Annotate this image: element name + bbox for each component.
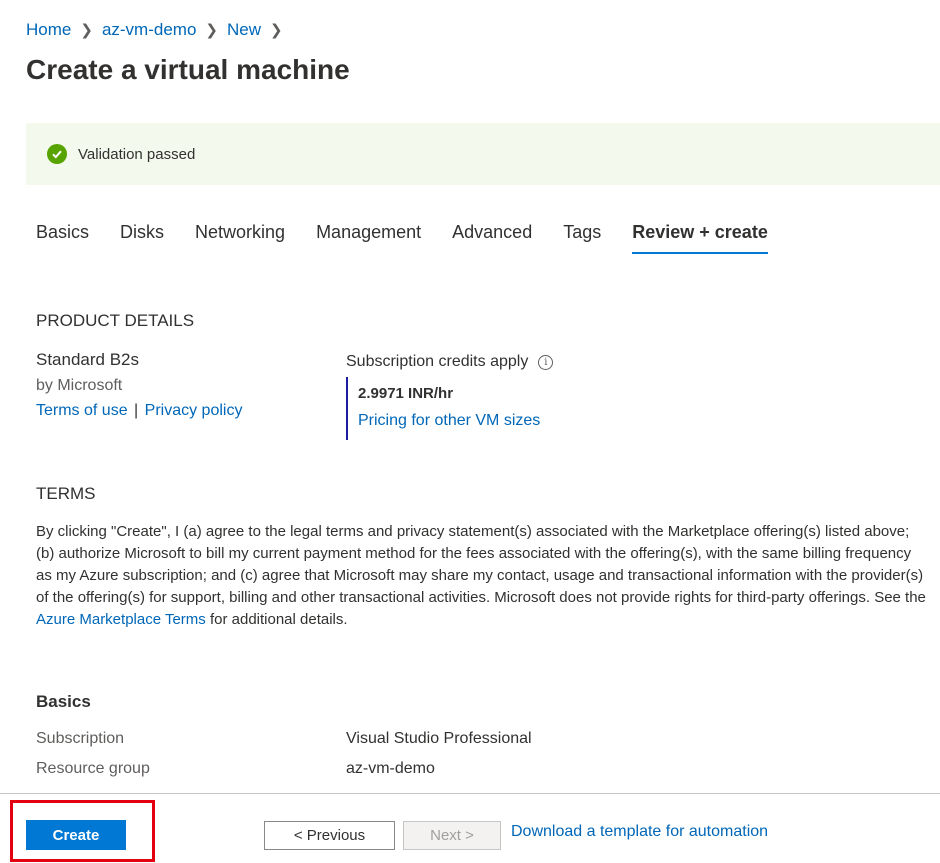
tab-advanced[interactable]: Advanced [452,222,532,254]
tab-disks[interactable]: Disks [120,222,164,254]
basics-heading: Basics [36,692,91,711]
validation-banner: Validation passed [26,123,940,185]
product-links: Terms of use | Privacy policy [36,402,242,420]
tab-bar: Basics Disks Networking Management Advan… [36,222,799,254]
product-publisher: by Microsoft [36,377,123,394]
row-key: Subscription [36,730,125,747]
tab-review-create[interactable]: Review + create [632,222,768,254]
page-title: Create a virtual machine [26,54,350,85]
row-value: az-vm-demo [346,760,435,777]
row-value: Visual Studio Professional [346,730,532,747]
price-box: 2.9971 INR/hr Pricing for other VM sizes [346,377,540,440]
breadcrumb: Home ❯ az-vm-demo ❯ New ❯ [26,20,292,40]
row-key: Resource group [36,760,150,777]
terms-of-use-link[interactable]: Terms of use [36,402,128,419]
next-button: Next > [403,821,501,850]
chevron-right-icon: ❯ [270,22,283,39]
tab-tags[interactable]: Tags [563,222,601,254]
validation-text: Validation passed [78,145,196,163]
previous-button[interactable]: < Previous [264,821,395,850]
breadcrumb-resource-group[interactable]: az-vm-demo [102,20,196,40]
info-icon[interactable]: i [538,354,554,370]
check-circle-icon [47,144,67,164]
terms-text-after: for additional details. [205,611,348,628]
marketplace-terms-link[interactable]: Azure Marketplace Terms [36,611,206,628]
chevron-right-icon: ❯ [205,22,218,39]
credits-label: Subscription credits apply [346,353,529,370]
breadcrumb-new[interactable]: New [227,20,261,40]
chevron-right-icon: ❯ [80,22,93,39]
link-separator: | [134,402,139,419]
tab-basics[interactable]: Basics [36,222,89,254]
terms-text-before: By clicking "Create", I (a) agree to the… [36,523,926,606]
price-value: 2.9971 INR/hr [358,385,454,402]
tab-networking[interactable]: Networking [195,222,285,254]
privacy-policy-link[interactable]: Privacy policy [145,402,243,419]
subscription-credits: Subscription credits apply i [346,353,554,371]
terms-heading: TERMS [36,484,96,503]
basics-row-subscription: Subscription Visual Studio Professional [36,730,636,748]
basics-row-resource-group: Resource group az-vm-demo [36,760,636,778]
product-details-heading: PRODUCT DETAILS [36,311,195,330]
terms-text: By clicking "Create", I (a) agree to the… [36,521,926,631]
product-name: Standard B2s [36,350,140,369]
breadcrumb-home[interactable]: Home [26,20,71,40]
tab-management[interactable]: Management [316,222,421,254]
footer-bar: Create < Previous Next > Download a temp… [0,793,940,863]
create-button[interactable]: Create [26,820,126,850]
pricing-other-sizes-link[interactable]: Pricing for other VM sizes [358,412,540,430]
download-template-link[interactable]: Download a template for automation [511,823,768,841]
